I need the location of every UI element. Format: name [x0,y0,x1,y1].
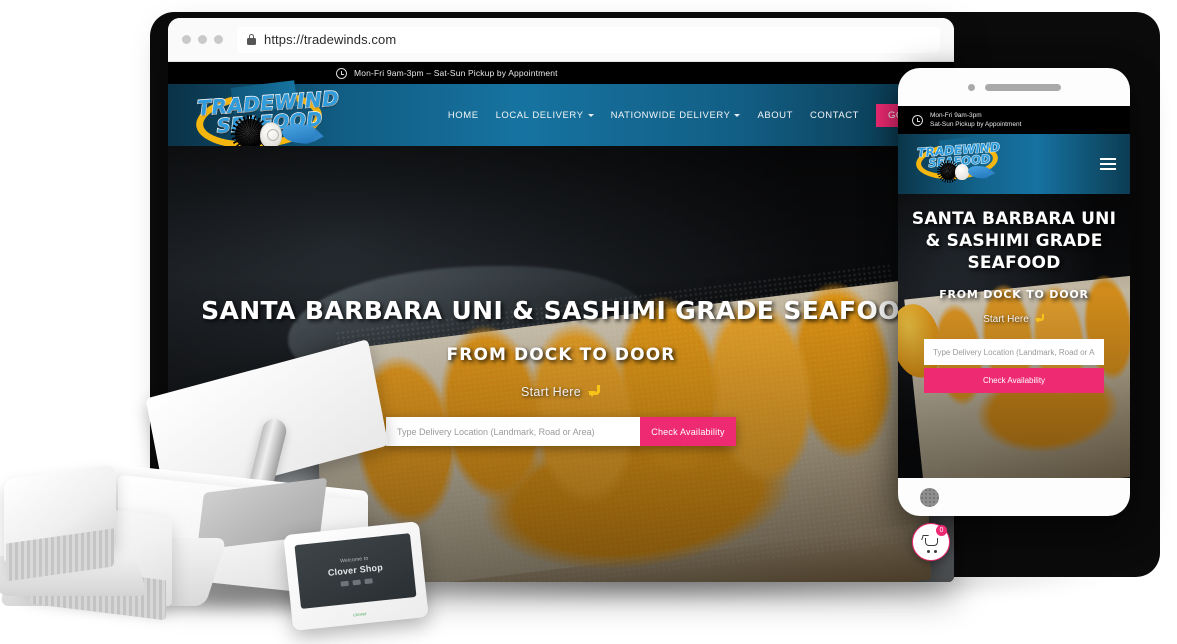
floating-cart-button[interactable]: 0 [912,523,950,561]
clover-terminal-screen[interactable]: Welcome to Clover Shop [294,533,417,609]
window-traffic-lights [182,35,223,44]
tradewind-seafood-logo[interactable]: TRADEWIND SEAFOOD [180,80,352,154]
phone-start-here-label: Start Here [983,314,1029,326]
phone-hero-title: SANTA BARBARA UNI & SASHIMI GRADE SEAFOO… [911,209,1117,274]
fish-icon [967,164,991,180]
earpiece-speaker [984,83,1061,91]
clock-icon [912,114,923,126]
site-header: TRADEWIND SEAFOOD HOME LOCAL DELIVERY [168,80,954,154]
clock-icon [336,67,347,79]
browser-chrome: https://tradewinds.com [168,18,954,62]
shell-icon [955,164,969,180]
nav-label: NATIONWIDE DELIVERY [610,109,731,121]
business-hours-text: Mon-Fri 9am-3pm – Sat-Sun Pickup by Appo… [354,68,558,78]
curved-arrow-icon [1034,314,1045,325]
phone-business-hours: Mon-Fri 9am-3pm Sat-Sun Pickup by Appoin… [930,111,1021,130]
pos-app-icons [340,578,373,587]
main-navigation: HOME LOCAL DELIVERY NATIONWIDE DELIVERY … [448,103,954,127]
front-camera-icon [967,83,975,91]
clover-pos-hardware: Welcome to Clover Shop clover [0,339,470,644]
shopping-cart-icon [921,535,942,553]
phone-delivery-location-form: Check Availability [924,339,1104,394]
phone-hours-line-2: Sat-Sun Pickup by Appointment [930,121,1022,128]
nav-item-contact[interactable]: CONTACT [810,110,859,121]
curved-arrow-icon [587,385,601,399]
url-bar[interactable]: https://tradewinds.com [237,26,940,53]
phone-check-availability-button[interactable]: Check Availability [924,368,1104,394]
phone-earpiece-area [898,68,1130,106]
nav-item-about[interactable]: ABOUT [757,110,792,121]
nav-label: LOCAL DELIVERY [495,109,584,121]
nav-label: CONTACT [809,109,860,121]
nav-label: HOME [447,109,479,121]
phone-delivery-location-input[interactable] [924,339,1104,366]
lock-icon [247,34,256,45]
chevron-down-icon [587,113,594,117]
url-text: https://tradewinds.com [264,32,397,47]
home-button[interactable] [920,487,939,507]
chevron-down-icon [734,113,741,117]
hamburger-menu-icon[interactable] [1100,158,1116,170]
phone-device: Mon-Fri 9am-3pm Sat-Sun Pickup by Appoin… [898,68,1130,516]
check-availability-button[interactable]: Check Availability [640,417,736,446]
nav-item-nationwide-delivery[interactable]: NATIONWIDE DELIVERY [611,110,741,121]
phone-tradewind-seafood-logo[interactable]: TRADEWIND SEAFOOD [908,135,1010,188]
nav-item-local-delivery[interactable]: LOCAL DELIVERY [496,110,594,121]
clover-terminal[interactable]: Welcome to Clover Shop clover [283,521,429,631]
phone-bottom-bezel [898,478,1130,516]
phone-hero-copy: SANTA BARBARA UNI & SASHIMI GRADE SEAFOO… [898,208,1130,394]
phone-top-info-bar: Mon-Fri 9am-3pm Sat-Sun Pickup by Appoin… [898,106,1130,134]
nav-label: ABOUT [757,109,793,121]
phone-hero-subtitle: FROM DOCK TO DOOR [939,288,1089,302]
phone-hours-line-1: Mon-Fri 9am-3pm [930,111,982,119]
phone-hero-section: SANTA BARBARA UNI & SASHIMI GRADE SEAFOO… [898,194,1130,478]
pos-shop-name: Clover Shop [327,562,384,578]
phone-site-header: TRADEWIND SEAFOOD [898,134,1130,194]
close-window-dot[interactable] [182,35,191,44]
minimize-window-dot[interactable] [198,35,207,44]
shell-icon [260,122,282,148]
start-here-label: Start Here [521,385,581,399]
device-mockup-scene: https://tradewinds.com Mon-Fri 9am-3pm –… [0,0,1177,644]
phone-screen: Mon-Fri 9am-3pm Sat-Sun Pickup by Appoin… [898,106,1130,478]
hero-title: SANTA BARBARA UNI & SASHIMI GRADE SEAFOO… [201,296,921,325]
nav-item-home[interactable]: HOME [448,110,479,121]
maximize-window-dot[interactable] [214,35,223,44]
phone-start-here-row: Start Here [910,314,1118,325]
cart-count-badge: 0 [936,525,947,536]
